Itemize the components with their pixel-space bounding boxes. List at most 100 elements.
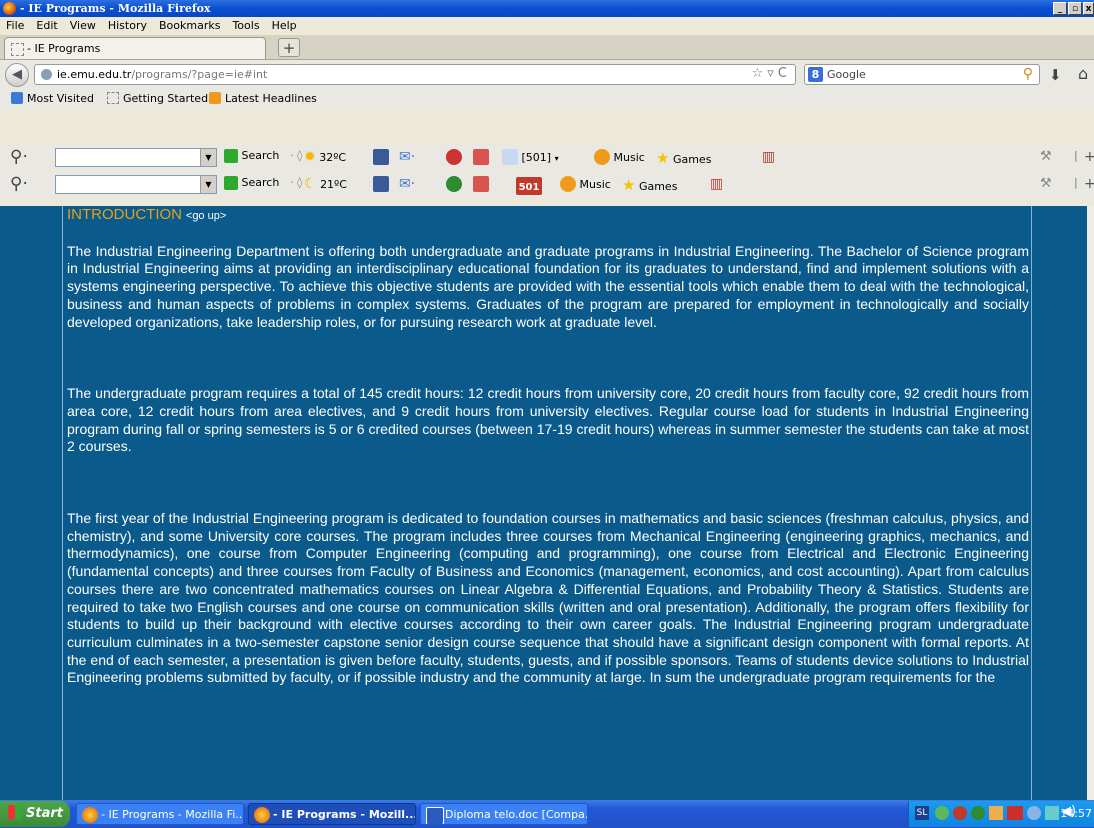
minimize-button[interactable]: _ (1053, 2, 1067, 15)
paragraph-3: The first year of the Industrial Enginee… (67, 510, 1029, 686)
search-go-icon (224, 176, 238, 190)
radio-icon[interactable] (446, 149, 462, 165)
toolbar-search-button[interactable]: Search (224, 149, 279, 163)
toolbar-search-input[interactable]: ▼ (55, 148, 217, 167)
bookmark-star-reload-icon[interactable]: ☆ ▿ C (751, 66, 787, 81)
video-play-icon[interactable] (473, 176, 489, 192)
search-icon[interactable]: ⚲· (10, 174, 28, 194)
paragraph-2: The undergraduate program requires a tot… (67, 385, 1029, 455)
weather-label: 21ºC (320, 178, 347, 191)
navigation-bar: ◀ ie.emu.edu.tr/programs/?page=ie#int ☆ … (0, 60, 1094, 89)
start-button[interactable]: Start (0, 801, 70, 827)
weather-widget[interactable]: ✹ 32ºC (304, 149, 346, 165)
search-icon[interactable]: ⚲· (10, 147, 28, 167)
wrench-icon[interactable]: ⚒ (1040, 149, 1052, 164)
close-button[interactable]: x (1083, 2, 1094, 15)
notification-icon (502, 149, 518, 165)
mail-icon[interactable]: ✉· (399, 176, 415, 192)
facebook-icon[interactable] (373, 176, 389, 192)
url-text[interactable]: ie.emu.edu.tr/programs/?page=ie#int (57, 68, 267, 81)
page-favicon-icon (11, 43, 24, 56)
facebook-icon[interactable] (373, 149, 389, 165)
toolbar-search-input[interactable]: ▼ (55, 175, 217, 194)
search-bar[interactable]: 8 Google ⚲ (804, 64, 1040, 85)
weather-label: 32ºC (319, 151, 347, 164)
bookmark-label: Most Visited (27, 92, 94, 105)
gift-icon[interactable]: ▥ (762, 149, 775, 165)
windows-flag-icon (8, 805, 22, 819)
menu-edit[interactable]: Edit (30, 17, 63, 35)
go-up-link[interactable]: <go up> (186, 210, 226, 222)
page-right-margin (1032, 206, 1087, 800)
star-icon: ★ (622, 176, 636, 194)
taskbar-button-label: - IE Programs - Mozill... (273, 808, 416, 821)
bookmark-getting-started[interactable]: Getting Started (107, 92, 208, 105)
add-icon[interactable]: + (1084, 176, 1094, 192)
getting-started-icon (107, 92, 119, 104)
weather-widget[interactable]: ☾ 21ºC (304, 176, 347, 192)
music-button[interactable]: Music (560, 176, 611, 192)
notification-count: [501] (521, 151, 552, 164)
toolbar-divider: | (1074, 176, 1078, 189)
language-icon[interactable]: SL (915, 806, 929, 820)
back-button[interactable]: ◀ (5, 63, 29, 87)
notification-badge[interactable]: 501 (516, 177, 542, 195)
article-text: INTRODUCTION <go up> The Industrial Engi… (67, 206, 1029, 687)
menu-file[interactable]: File (0, 17, 30, 35)
games-button[interactable]: ★ Games (656, 149, 711, 167)
tray-antivirus-icon[interactable] (1007, 806, 1023, 820)
menu-help[interactable]: Help (266, 17, 303, 35)
notifications-widget[interactable]: [501] ▾ (502, 149, 559, 165)
tab-ie-programs[interactable]: - IE Programs (4, 37, 266, 59)
tab-label: - IE Programs (27, 42, 101, 55)
search-placeholder: Google (827, 68, 866, 81)
maximize-button[interactable]: ▫ (1068, 2, 1082, 15)
section-heading: INTRODUCTION (67, 206, 182, 223)
google-engine-icon[interactable]: 8 (808, 67, 823, 82)
vertical-scrollbar[interactable] (1087, 206, 1094, 800)
search-magnifier-icon[interactable]: ⚲ (1023, 66, 1033, 82)
bookmark-most-visited[interactable]: Most Visited (11, 92, 94, 105)
sun-icon: ✹ (304, 149, 316, 165)
menu-history[interactable]: History (102, 17, 153, 35)
toolbar-search-button[interactable]: Search (224, 176, 279, 190)
chevron-down-icon: ▾ (554, 154, 559, 163)
home-icon[interactable]: ⌂ (1078, 64, 1088, 83)
tray-connection-icon[interactable] (1045, 806, 1059, 820)
download-icon[interactable]: ⬇ (1049, 66, 1062, 84)
music-button[interactable]: Music (594, 149, 645, 165)
new-tab-button[interactable]: + (278, 38, 300, 57)
menu-tools[interactable]: Tools (226, 17, 265, 35)
taskbar-button-firefox-1[interactable]: - IE Programs - Mozilla Fi... (76, 803, 244, 825)
taskbar-button-firefox-active[interactable]: - IE Programs - Mozill... (248, 803, 416, 825)
url-bar[interactable]: ie.emu.edu.tr/programs/?page=ie#int ☆ ▿ … (34, 64, 796, 85)
tray-clock-app-icon[interactable] (1027, 806, 1041, 820)
menu-bookmarks[interactable]: Bookmarks (153, 17, 226, 35)
star-icon: ★ (656, 149, 670, 167)
firefox-icon (82, 807, 98, 823)
dropdown-arrow-icon[interactable]: ▼ (200, 176, 216, 193)
bookmark-latest-headlines[interactable]: Latest Headlines (209, 92, 317, 105)
taskbar-button-word[interactable]: Diploma telo.doc [Compa... (420, 803, 588, 825)
tray-network-icon[interactable] (989, 806, 1003, 820)
games-button[interactable]: ★ Games (622, 176, 677, 194)
firefox-icon (254, 807, 270, 823)
url-path: /programs/?page=ie#int (131, 68, 268, 81)
tray-app-icon[interactable] (935, 806, 949, 820)
tray-update-icon[interactable] (971, 806, 985, 820)
dropdown-arrow-icon[interactable]: ▼ (200, 149, 216, 166)
menu-view[interactable]: View (64, 17, 102, 35)
gift-icon[interactable]: ▥ (710, 176, 723, 192)
mail-icon[interactable]: ✉· (399, 149, 415, 165)
search-label: Search (241, 176, 280, 189)
radio-icon[interactable] (446, 176, 462, 192)
window-title-bar: - IE Programs - Mozilla Firefox _ ▫ x (0, 0, 1094, 17)
games-label: Games (638, 180, 678, 193)
add-icon[interactable]: + (1084, 149, 1094, 165)
url-host: ie.emu.edu.tr (57, 68, 132, 81)
music-label: Music (613, 151, 645, 164)
video-play-icon[interactable] (473, 149, 489, 165)
tray-security-icon[interactable] (953, 806, 967, 820)
wrench-icon[interactable]: ⚒ (1040, 176, 1052, 191)
